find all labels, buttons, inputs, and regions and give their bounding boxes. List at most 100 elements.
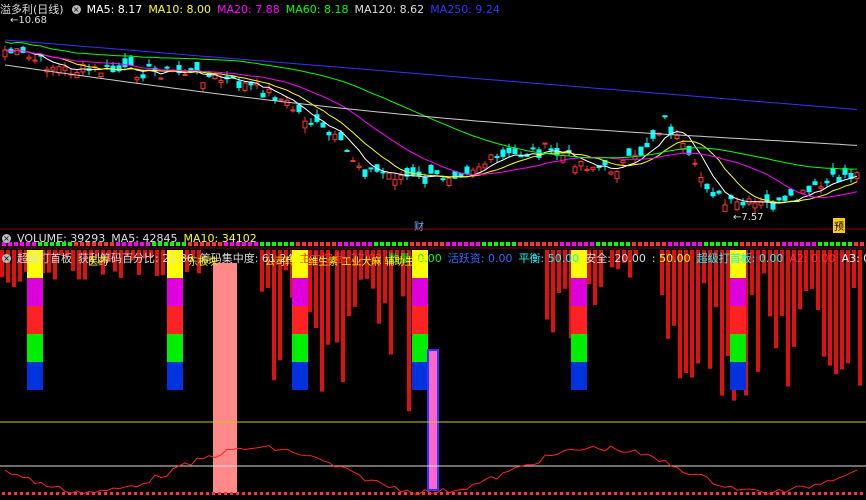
- baseline-dot: [410, 492, 413, 495]
- baseline-dot: [752, 492, 755, 495]
- signal-dot: [650, 242, 654, 246]
- signal-column: [571, 278, 587, 306]
- signal-dot: [854, 242, 858, 246]
- baseline-dot: [758, 492, 761, 495]
- signal-dot: [608, 242, 612, 246]
- highlight-block: [213, 263, 237, 493]
- signal-dot: [428, 242, 432, 246]
- signal-dot: [662, 242, 666, 246]
- super-board-value-label: 超级打首板: 0.00: [696, 252, 784, 265]
- candle-body: [830, 167, 836, 175]
- signal-dot: [380, 242, 384, 246]
- candle-body: [332, 133, 338, 140]
- candle-body: [380, 171, 386, 174]
- baseline-dot: [200, 492, 203, 495]
- balance-label: 平衡: 50.00: [518, 252, 580, 265]
- forecast-marker[interactable]: 预: [833, 218, 845, 233]
- indicator-bar: [786, 250, 790, 387]
- baseline-dot: [830, 492, 833, 495]
- baseline-dot: [782, 492, 785, 495]
- signal-dot: [740, 242, 744, 246]
- baseline-dot: [824, 492, 827, 495]
- signal-dot: [668, 242, 672, 246]
- baseline-dot: [614, 492, 617, 495]
- baseline-dot: [290, 492, 293, 495]
- candle-body: [644, 142, 650, 148]
- sector-annotation-guangdong: 广东板块: [178, 257, 218, 268]
- signal-dot: [614, 242, 618, 246]
- candle-body: [482, 163, 488, 169]
- indicator-bar: [696, 250, 700, 364]
- baseline-dot: [680, 492, 683, 495]
- baseline-dot: [494, 492, 497, 495]
- baseline-dot: [674, 492, 677, 495]
- chip-indicator-legend: × 超级打首板 获利筹码百分比: 21.86 筹码集中度: 61.24 主力控盘…: [0, 251, 866, 265]
- candle-body: [638, 146, 644, 156]
- signal-dot: [698, 242, 702, 246]
- earnings-marker[interactable]: 财: [414, 218, 424, 233]
- baseline-dot: [128, 492, 131, 495]
- candle-body: [734, 201, 740, 211]
- baseline-dot: [176, 492, 179, 495]
- indicator-bar: [834, 250, 838, 375]
- baseline-dot: [716, 492, 719, 495]
- a2-label: A2: 0.00: [789, 251, 836, 265]
- signal-column: [412, 278, 428, 306]
- baseline-dot: [110, 492, 113, 495]
- candle-body: [26, 56, 32, 60]
- baseline-dot: [650, 492, 653, 495]
- signal-dot: [416, 242, 420, 246]
- signal-dot: [680, 242, 684, 246]
- candle-body: [260, 92, 266, 98]
- baseline-dot: [710, 492, 713, 495]
- baseline-dot: [530, 492, 533, 495]
- signal-dot: [296, 242, 300, 246]
- baseline-dot: [578, 492, 581, 495]
- baseline-dot: [248, 492, 251, 495]
- signal-dot: [542, 242, 546, 246]
- signal-dot: [710, 242, 714, 246]
- candle-body: [854, 172, 860, 180]
- signal-dot: [728, 242, 732, 246]
- candle-body: [512, 148, 518, 155]
- candle-body: [572, 166, 578, 174]
- baseline-dot: [560, 492, 563, 495]
- baseline-dot: [746, 492, 749, 495]
- highlight-column: [427, 349, 439, 491]
- signal-dot: [314, 242, 318, 246]
- signal-dot: [398, 242, 402, 246]
- baseline-dot: [668, 492, 671, 495]
- close-icon[interactable]: ×: [2, 233, 11, 243]
- signal-dot: [830, 242, 834, 246]
- signal-column: [27, 278, 43, 306]
- candle-body: [164, 66, 170, 69]
- candle-body: [218, 79, 224, 84]
- baseline-dot: [242, 492, 245, 495]
- signal-dot: [842, 242, 846, 246]
- baseline-dot: [50, 492, 53, 495]
- signal-dot: [332, 242, 336, 246]
- baseline-dot: [398, 492, 401, 495]
- volume-ma10-label: MA10: 34102: [183, 231, 257, 245]
- candle-body: [578, 160, 584, 167]
- signal-dot: [782, 242, 786, 246]
- signal-dot: [344, 242, 348, 246]
- candle-body: [50, 66, 56, 71]
- signal-column: [412, 306, 428, 334]
- baseline-dot: [812, 492, 815, 495]
- signal-dot: [524, 242, 528, 246]
- signal-dot: [368, 242, 372, 246]
- baseline-dot: [554, 492, 557, 495]
- signal-column: [292, 362, 308, 390]
- indicator-bar: [272, 250, 276, 381]
- close-icon[interactable]: ×: [2, 253, 11, 263]
- candle-body: [542, 142, 548, 145]
- baseline-dot: [326, 492, 329, 495]
- baseline-dot: [434, 492, 437, 495]
- candle-body: [620, 160, 626, 164]
- baseline-dot: [572, 492, 575, 495]
- signal-dot: [806, 242, 810, 246]
- baseline-dot: [734, 492, 737, 495]
- signal-dot: [500, 242, 504, 246]
- candle-body: [788, 188, 794, 196]
